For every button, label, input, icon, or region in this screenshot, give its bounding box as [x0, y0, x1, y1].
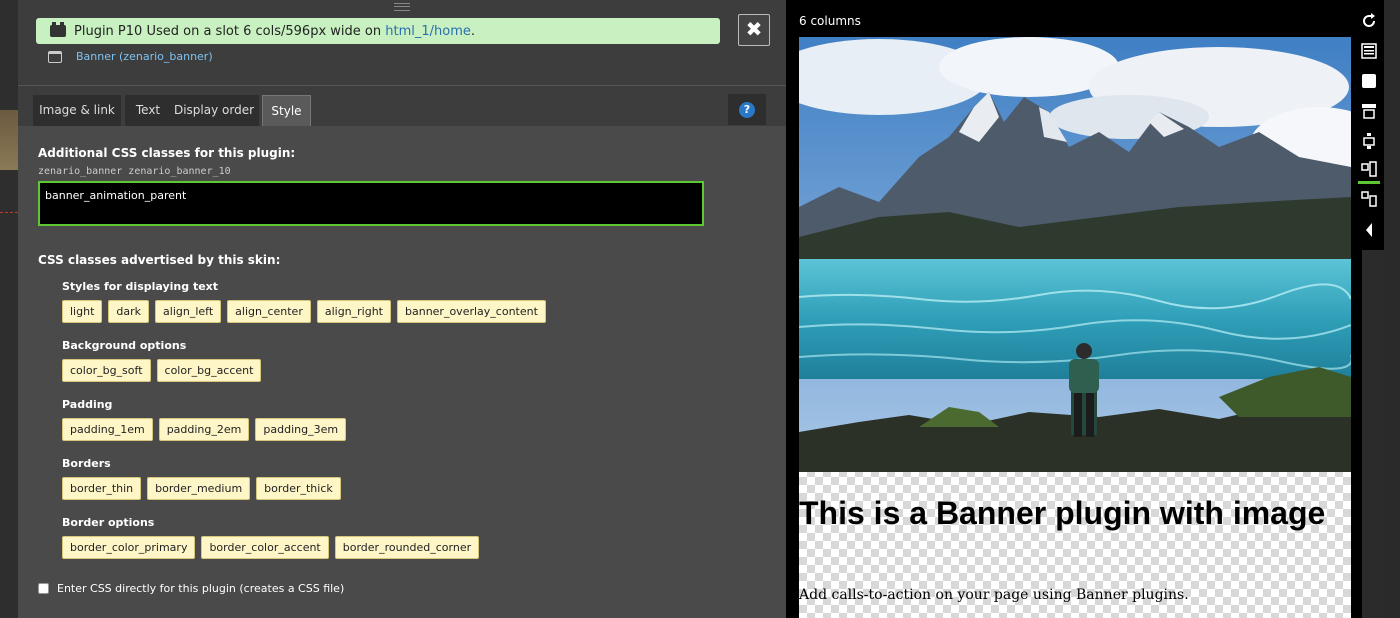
direct-css-checkbox[interactable] [38, 583, 49, 594]
collapse-left-icon[interactable] [1361, 222, 1377, 238]
plugin-settings-dialog: Plugin P10 Used on a slot 6 cols/596px w… [18, 0, 786, 618]
info-suffix: . [470, 23, 475, 39]
preview-canvas: This is a Banner plugin with image Add c… [799, 37, 1351, 618]
background-image-fragment [0, 110, 18, 170]
preview-pane: 6 columns This is a Banner plugin with i… [786, 0, 1362, 618]
close-button[interactable]: ✖ [738, 14, 770, 46]
slot-toolbar [1354, 0, 1384, 250]
style-tab-content: Additional CSS classes for this plugin: … [18, 126, 786, 618]
chip-row-background: color_bg_soft color_bg_accent [62, 359, 262, 382]
tab-style[interactable]: Style [262, 95, 311, 127]
drag-handle-icon[interactable] [394, 3, 410, 11]
css-class-chip[interactable]: border_medium [147, 477, 251, 500]
background-slot-guide [0, 212, 18, 213]
chip-row-padding: padding_1em padding_2em padding_3em [62, 418, 347, 441]
tab-bar: Image & link Text Display order Style ? [18, 86, 786, 127]
refresh-icon[interactable] [1361, 13, 1377, 29]
preview-columns-label: 6 columns [799, 14, 861, 28]
css-class-chip[interactable]: align_right [316, 300, 391, 323]
slot-top-icon[interactable] [1361, 103, 1377, 119]
slot-move-icon[interactable] [1361, 191, 1377, 207]
group-title-background: Background options [62, 339, 187, 352]
advertised-classes-label: CSS classes advertised by this skin: [38, 253, 281, 267]
plugin-info-bar: Plugin P10 Used on a slot 6 cols/596px w… [36, 18, 720, 44]
css-class-chip[interactable]: dark [108, 300, 150, 323]
plugin-slot-info: Used on a slot 6 cols/596px wide on [146, 23, 386, 39]
background-left-edge [0, 0, 18, 618]
group-title-border-options: Border options [62, 516, 155, 529]
tab-image-link[interactable]: Image & link [33, 95, 121, 126]
module-link[interactable]: Banner (zenario_banner) [76, 50, 213, 63]
css-class-chip[interactable]: border_color_accent [201, 536, 329, 559]
css-class-chip[interactable]: border_rounded_corner [334, 536, 480, 559]
css-class-chip[interactable]: color_bg_soft [62, 359, 151, 382]
square-icon[interactable] [1361, 73, 1377, 89]
dialog-header: Plugin P10 Used on a slot 6 cols/596px w… [18, 0, 786, 86]
page-icon[interactable] [1361, 43, 1377, 59]
css-classes-hint: zenario_banner zenario_banner_10 [38, 166, 231, 177]
css-class-chip[interactable]: padding_3em [255, 418, 347, 441]
active-tool-indicator [1358, 181, 1380, 184]
banner-text: Add calls-to-action on your page using B… [799, 587, 1189, 603]
help-button[interactable]: ? [728, 94, 766, 125]
css-classes-label: Additional CSS classes for this plugin: [38, 146, 296, 160]
plugin-icon [50, 22, 66, 37]
chip-row-borders: border_thin border_medium border_thick [62, 477, 341, 500]
css-class-chip[interactable]: align_left [155, 300, 222, 323]
module-link-row: Banner (zenario_banner) [48, 50, 213, 63]
css-classes-input[interactable]: banner_animation_parent [38, 181, 704, 226]
group-title-padding: Padding [62, 398, 113, 411]
chip-row-text-styles: light dark align_left align_center align… [62, 300, 546, 323]
css-class-chip[interactable]: border_color_primary [62, 536, 196, 559]
css-class-chip[interactable]: padding_2em [158, 418, 250, 441]
slot-middle-icon[interactable] [1361, 133, 1377, 149]
tab-text[interactable]: Text [125, 95, 171, 126]
module-icon [48, 50, 62, 63]
direct-css-row: Enter CSS directly for this plugin (crea… [38, 582, 344, 595]
css-class-chip[interactable]: border_thick [256, 477, 341, 500]
help-icon: ? [739, 101, 755, 118]
css-class-chip[interactable]: border_thin [62, 477, 142, 500]
css-class-chip[interactable]: banner_overlay_content [397, 300, 546, 323]
group-title-text-styles: Styles for displaying text [62, 280, 219, 293]
css-class-chip[interactable]: align_center [227, 300, 311, 323]
group-title-borders: Borders [62, 457, 111, 470]
css-class-chip[interactable]: padding_1em [62, 418, 153, 441]
tab-display-order[interactable]: Display order [169, 95, 259, 126]
css-class-chip[interactable]: light [62, 300, 103, 323]
page-link[interactable]: html_1/home [385, 24, 471, 39]
chip-row-border-options: border_color_primary border_color_accent… [62, 536, 480, 559]
banner-title: This is a Banner plugin with image [799, 495, 1326, 531]
css-class-chip[interactable]: color_bg_accent [156, 359, 262, 382]
slot-split-icon[interactable] [1361, 161, 1377, 177]
direct-css-label: Enter CSS directly for this plugin (crea… [57, 582, 345, 595]
background-right-edge [1384, 0, 1400, 618]
banner-image [799, 37, 1351, 472]
plugin-code: Plugin P10 [74, 23, 143, 39]
